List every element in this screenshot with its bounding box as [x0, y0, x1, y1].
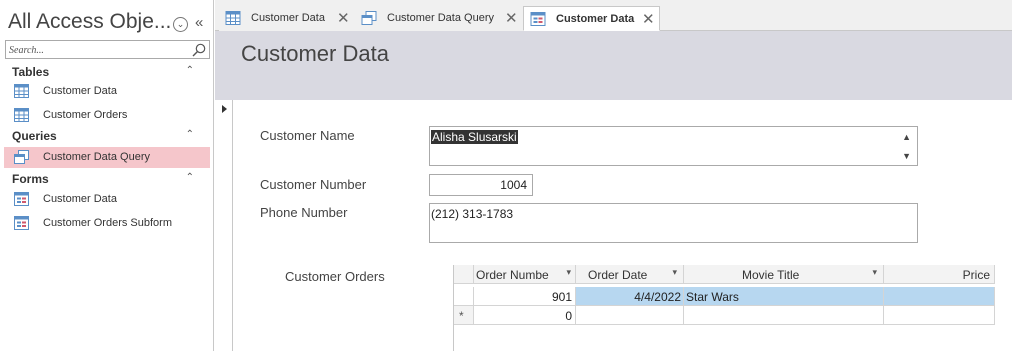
customer-name-value: Alisha Slusarski	[431, 130, 518, 144]
group-header-tables[interactable]: Tables ⌃	[12, 65, 204, 81]
table-icon	[14, 84, 29, 98]
cell-order-number[interactable]: 901	[474, 287, 576, 306]
tab-label: Customer Data	[251, 12, 325, 24]
cell-movie-title[interactable]	[684, 306, 884, 325]
column-header-movie-title[interactable]: Movie Title ▾	[684, 265, 884, 284]
nav-header: All Access Obje... ⌄ «	[0, 6, 214, 36]
column-header-label: Price	[962, 268, 990, 282]
current-record-arrow-icon	[222, 105, 227, 113]
tab-customer-data-form[interactable]: Customer Data ✕	[523, 6, 660, 31]
cell-order-date[interactable]	[576, 306, 684, 325]
document-tabs: Customer Data ✕ Customer Data Query ✕ Cu…	[215, 0, 1012, 31]
chevron-up-double-icon[interactable]: ⌃	[186, 65, 194, 76]
customer-name-field[interactable]: Alisha Slusarski ▲ ▼	[429, 126, 918, 166]
nav-item-customer-orders-subform[interactable]: Customer Orders Subform	[4, 213, 210, 234]
cell-value: 901	[551, 290, 572, 304]
column-header-label: Order Numbe	[476, 268, 549, 282]
table-icon	[225, 11, 241, 25]
nav-item-label: Customer Data	[43, 193, 117, 205]
group-label: Tables	[12, 65, 50, 79]
form-header: Customer Data	[215, 31, 1012, 100]
dropdown-arrow-icon[interactable]: ▾	[566, 267, 571, 278]
circle-chevron-down-icon[interactable]: ⌄	[173, 17, 188, 32]
column-header-label: Movie Title	[742, 268, 800, 282]
cell-value: 0	[565, 309, 572, 323]
chevron-up-double-icon[interactable]: ⌃	[186, 172, 194, 183]
double-chevron-left-icon[interactable]: «	[195, 14, 203, 31]
tab-label: Customer Data	[556, 13, 635, 25]
new-record-row[interactable]: * 0	[454, 306, 995, 325]
tab-customer-data-table[interactable]: Customer Data ✕	[219, 6, 355, 31]
cell-movie-title[interactable]: Star Wars	[684, 287, 884, 306]
form-title: Customer Data	[241, 41, 389, 66]
column-header-price[interactable]: Price	[884, 265, 995, 284]
row-selector[interactable]: *	[454, 306, 474, 325]
nav-item-label: Customer Orders Subform	[43, 217, 172, 229]
column-header-order-date[interactable]: Order Date ▾	[576, 265, 684, 284]
selected-text: Alisha Slusarski	[431, 130, 518, 144]
close-icon[interactable]: ✕	[505, 9, 518, 27]
search-box	[5, 40, 210, 59]
form-icon	[14, 216, 29, 230]
cell-price[interactable]	[884, 287, 995, 306]
nav-item-customer-orders-table[interactable]: Customer Orders	[4, 105, 210, 126]
row-selector[interactable]	[454, 287, 474, 306]
form-icon	[14, 192, 29, 206]
tab-customer-data-query[interactable]: Customer Data Query ✕	[355, 6, 525, 31]
dropdown-arrow-icon[interactable]: ▾	[672, 267, 677, 278]
chevron-down-icon[interactable]: ▼	[902, 151, 911, 161]
new-record-asterisk-icon: *	[459, 309, 464, 323]
search-icon[interactable]	[191, 42, 207, 58]
nav-item-customer-data-form[interactable]: Customer Data	[4, 189, 210, 210]
nav-item-label: Customer Orders	[43, 109, 128, 121]
phone-number-label: Phone Number	[260, 205, 348, 220]
form-icon	[530, 12, 546, 26]
group-header-forms[interactable]: Forms ⌃	[12, 172, 204, 188]
nav-item-customer-data-query[interactable]: Customer Data Query	[4, 147, 210, 168]
search-input[interactable]	[9, 43, 184, 57]
close-icon[interactable]: ✕	[642, 10, 655, 28]
phone-number-field[interactable]: (212) 313-1783	[429, 203, 918, 243]
customer-orders-subform: Order Numbe ▾ Order Date ▾ Movie Title ▾…	[453, 265, 995, 351]
nav-item-customer-data-table[interactable]: Customer Data	[4, 81, 210, 102]
customer-number-label: Customer Number	[260, 177, 367, 192]
nav-item-label: Customer Data	[43, 85, 117, 97]
close-icon[interactable]: ✕	[337, 9, 350, 27]
column-header-label: Order Date	[588, 268, 648, 282]
nav-title[interactable]: All Access Obje...	[8, 10, 171, 34]
dropdown-arrow-icon[interactable]: ▾	[872, 267, 877, 278]
column-header-order-number[interactable]: Order Numbe ▾	[474, 265, 576, 284]
customer-orders-label: Customer Orders	[285, 269, 385, 284]
group-header-queries[interactable]: Queries ⌃	[12, 129, 204, 145]
cell-price[interactable]	[884, 306, 995, 325]
cell-value: 4/4/2022	[634, 290, 681, 304]
group-label: Forms	[12, 172, 49, 186]
query-icon	[14, 150, 29, 164]
table-icon	[14, 108, 29, 122]
query-icon	[361, 11, 377, 25]
customer-name-label: Customer Name	[260, 128, 355, 143]
table-row[interactable]: 901 4/4/2022 Star Wars	[454, 287, 995, 306]
cell-value: Star Wars	[686, 290, 739, 304]
customer-number-value: 1004	[500, 178, 527, 192]
cell-order-date[interactable]: 4/4/2022	[576, 287, 684, 306]
tab-label: Customer Data Query	[387, 12, 494, 24]
customer-number-field[interactable]: 1004	[429, 174, 533, 196]
cell-order-number[interactable]: 0	[474, 306, 576, 325]
group-label: Queries	[12, 129, 57, 143]
phone-number-value: (212) 313-1783	[431, 207, 514, 221]
chevron-up-icon[interactable]: ▲	[902, 132, 911, 142]
chevron-up-double-icon[interactable]: ⌃	[186, 129, 194, 140]
select-all-corner[interactable]	[454, 265, 474, 284]
column-header-row: Order Numbe ▾ Order Date ▾ Movie Title ▾…	[454, 265, 995, 284]
record-selector[interactable]	[215, 100, 233, 351]
navigation-pane: All Access Obje... ⌄ « Tables ⌃ Customer…	[0, 0, 214, 351]
nav-item-label: Customer Data Query	[43, 151, 150, 163]
